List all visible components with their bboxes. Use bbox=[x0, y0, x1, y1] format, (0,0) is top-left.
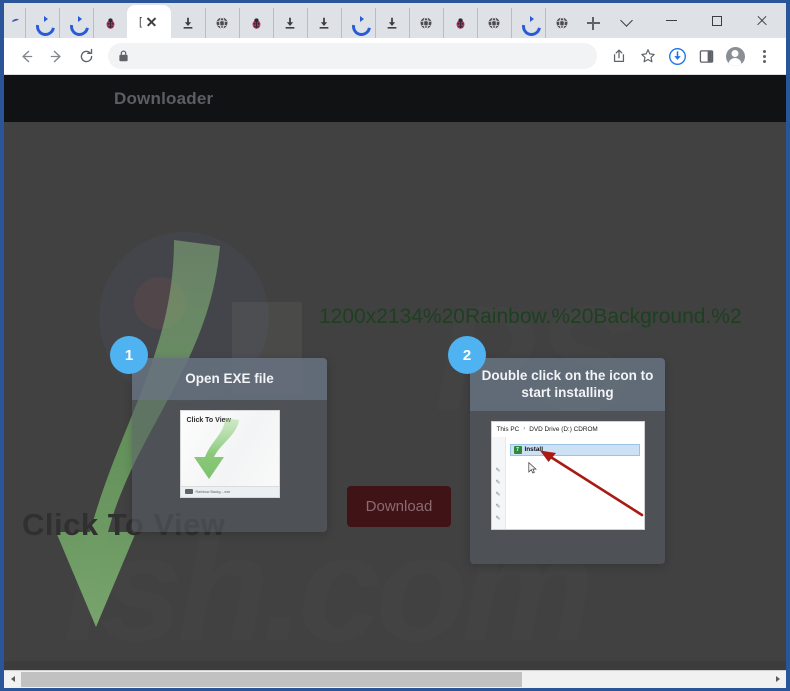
browser-toolbar bbox=[4, 38, 786, 75]
page-viewport: Downloader PS ish.com bbox=[4, 75, 786, 661]
side-panel-icon bbox=[699, 49, 713, 63]
browser-tab[interactable] bbox=[306, 8, 341, 38]
address-bar[interactable] bbox=[108, 43, 597, 69]
download-icon bbox=[183, 17, 192, 29]
maximize-icon bbox=[711, 15, 722, 26]
close-icon bbox=[756, 15, 768, 27]
step-badge: 2 bbox=[448, 336, 486, 374]
step-card-body: Click To View Rainbow Backg....exe bbox=[132, 400, 327, 532]
bug-icon bbox=[252, 17, 261, 29]
screenshot-open-exe: Click To View Rainbow Backg....exe bbox=[179, 409, 280, 498]
browser-menu-button[interactable] bbox=[750, 42, 778, 70]
browser-tab[interactable] bbox=[476, 8, 511, 38]
maximize-button[interactable] bbox=[694, 5, 739, 37]
share-icon bbox=[613, 49, 625, 62]
star-icon bbox=[641, 49, 655, 63]
browser-window: [Downloader ish.com Click To View 1200x… bbox=[0, 0, 790, 691]
bug-icon bbox=[456, 17, 465, 29]
download-circle-icon bbox=[668, 47, 686, 65]
scrollbar-track[interactable] bbox=[21, 670, 769, 688]
red-pointer-arrow-icon bbox=[539, 450, 643, 517]
new-tab-button[interactable] bbox=[583, 8, 604, 38]
spinner-icon bbox=[521, 15, 536, 31]
green-arrow-icon bbox=[193, 417, 239, 479]
tab-list: [ bbox=[24, 3, 579, 38]
scroll-right-button[interactable] bbox=[769, 670, 786, 688]
screenshot-explorer: This PC › DVD Drive (D:) CDROM ✎ ✎ ✎ ✎ ✎… bbox=[490, 420, 645, 530]
toolbar-actions bbox=[605, 42, 778, 70]
download-icon bbox=[285, 17, 295, 29]
step-card-1: 1 Open EXE file Click To View Rainbow Ba… bbox=[110, 336, 327, 532]
back-button[interactable] bbox=[12, 42, 40, 70]
download-icon bbox=[387, 17, 397, 29]
tab-title: [ bbox=[139, 15, 143, 28]
mini-download-bar: Rainbow Backg....exe bbox=[180, 485, 279, 497]
step-card-body: This PC › DVD Drive (D:) CDROM ✎ ✎ ✎ ✎ ✎… bbox=[470, 411, 665, 564]
browser-tab[interactable] bbox=[272, 8, 307, 38]
browser-tab[interactable] bbox=[340, 8, 375, 38]
page-background: PS ish.com Click To View bbox=[4, 122, 786, 661]
browser-tab[interactable] bbox=[544, 8, 579, 38]
minimize-icon bbox=[666, 19, 677, 22]
browser-tab[interactable] bbox=[58, 8, 93, 38]
tabstrip-leading-glyph bbox=[6, 3, 25, 38]
scroll-right-icon bbox=[775, 676, 780, 682]
close-window-button[interactable] bbox=[739, 5, 784, 37]
tab-strip: [ bbox=[4, 3, 786, 38]
browser-tab[interactable] bbox=[510, 8, 545, 38]
share-button[interactable] bbox=[605, 42, 633, 70]
filename-text: 1200x2134%20Rainbow.%20Background.%2 bbox=[319, 305, 742, 328]
step-card-title: Double click on the icon to start instal… bbox=[470, 358, 665, 411]
browser-tab[interactable] bbox=[204, 8, 239, 38]
profile-button[interactable] bbox=[721, 42, 749, 70]
browser-tab[interactable] bbox=[442, 8, 477, 38]
scroll-left-icon bbox=[10, 676, 15, 682]
scrollbar-thumb[interactable] bbox=[21, 671, 523, 687]
minimize-button[interactable] bbox=[649, 5, 694, 37]
step-badge: 1 bbox=[110, 336, 148, 374]
browser-tab[interactable] bbox=[24, 8, 59, 38]
browser-tab-active[interactable]: [ bbox=[126, 5, 171, 38]
download-button[interactable]: Download bbox=[347, 486, 451, 527]
window-controls bbox=[604, 3, 786, 38]
forward-button[interactable] bbox=[42, 42, 70, 70]
bookmark-button[interactable] bbox=[634, 42, 662, 70]
mini-download-filename: Rainbow Backg....exe bbox=[195, 489, 231, 494]
scroll-left-button[interactable] bbox=[4, 670, 21, 688]
browser-tab[interactable] bbox=[238, 8, 273, 38]
horizontal-scrollbar[interactable] bbox=[4, 670, 786, 688]
browser-tab[interactable] bbox=[408, 8, 443, 38]
site-brand-title: Downloader bbox=[114, 88, 214, 108]
spinner-icon bbox=[69, 15, 84, 31]
downloads-button[interactable] bbox=[663, 42, 691, 70]
browser-tab[interactable] bbox=[92, 8, 127, 38]
step-card-title: Open EXE file bbox=[132, 358, 327, 400]
page-bottom-strip bbox=[4, 661, 786, 670]
globe-icon bbox=[488, 17, 500, 29]
globe-icon bbox=[420, 17, 432, 29]
browser-tab[interactable] bbox=[171, 8, 205, 38]
globe-icon bbox=[216, 17, 228, 29]
page-content: Downloader PS ish.com bbox=[4, 75, 786, 661]
lock-icon bbox=[119, 50, 128, 62]
tab-search-button[interactable] bbox=[604, 5, 649, 37]
globe-icon bbox=[556, 17, 568, 29]
spinner-icon bbox=[351, 15, 366, 31]
forward-arrow-icon bbox=[50, 50, 61, 62]
site-header: Downloader bbox=[4, 75, 786, 122]
bug-icon bbox=[106, 17, 115, 29]
download-icon bbox=[319, 17, 329, 29]
spinner-icon bbox=[35, 15, 50, 31]
side-panel-button[interactable] bbox=[692, 42, 720, 70]
profile-avatar-icon bbox=[725, 46, 745, 66]
chevron-down-icon bbox=[621, 15, 632, 26]
browser-tab[interactable] bbox=[374, 8, 409, 38]
kebab-menu-icon bbox=[756, 48, 772, 64]
close-icon[interactable] bbox=[145, 15, 158, 28]
step-card-2: 2 Double click on the icon to start inst… bbox=[448, 336, 665, 564]
file-chip-icon bbox=[184, 489, 193, 495]
reload-button[interactable] bbox=[72, 42, 100, 70]
back-arrow-icon bbox=[21, 50, 32, 62]
reload-icon bbox=[80, 48, 92, 62]
